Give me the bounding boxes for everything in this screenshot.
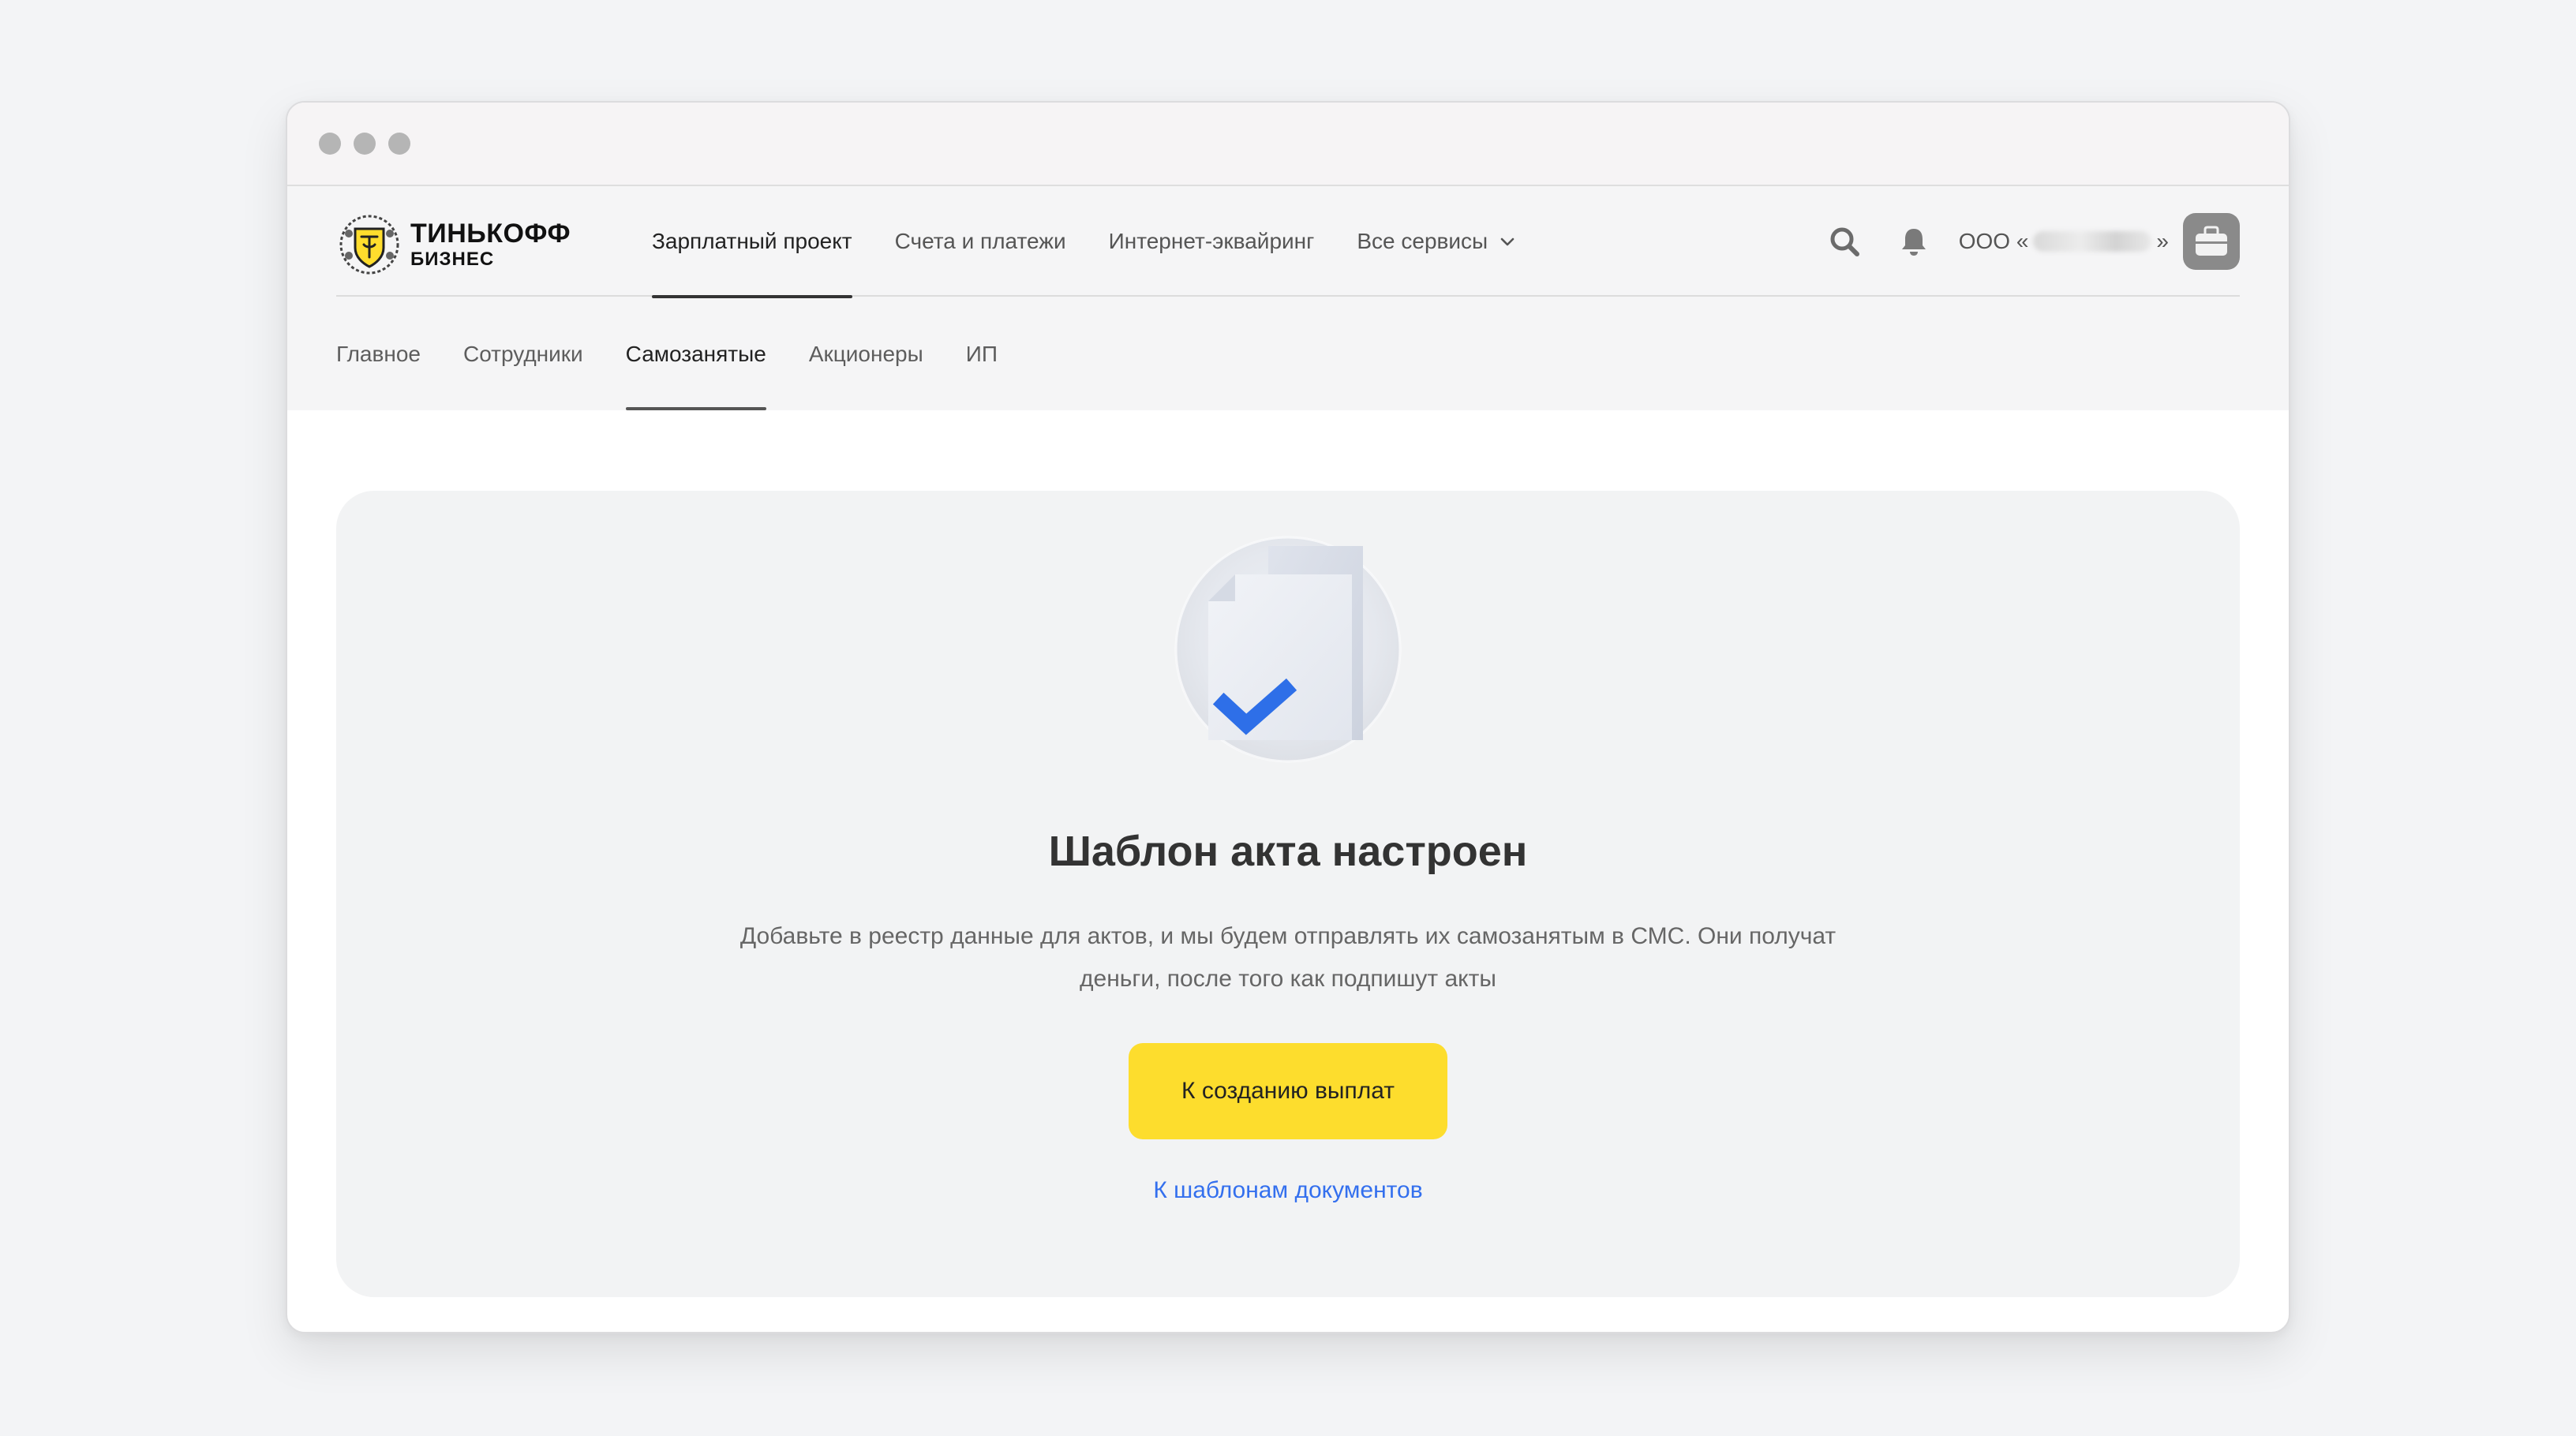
- search-button[interactable]: [1823, 220, 1866, 263]
- search-icon: [1830, 227, 1859, 256]
- window-titlebar: [287, 103, 2289, 186]
- document-templates-link-text[interactable]: К шаблонам документов: [1153, 1177, 1422, 1203]
- document-check-icon: [1174, 536, 1402, 763]
- header: ТИНЬКОФФ БИЗНЕС Зарплатный проект Счета …: [287, 186, 2289, 410]
- window-close-button[interactable]: [319, 133, 341, 155]
- top-nav-internet-acquiring[interactable]: Интернет-эквайринг: [1109, 186, 1315, 297]
- top-nav-links: Зарплатный проект Счета и платежи Интерн…: [652, 186, 1516, 298]
- subnav-shareholders[interactable]: Акционеры: [809, 298, 923, 410]
- top-nav-label: Зарплатный проект: [652, 229, 852, 253]
- page-title: Шаблон акта настроен: [1048, 828, 1528, 875]
- subnav-label: Самозанятые: [625, 342, 766, 366]
- top-nav-right: ООО « »: [1823, 213, 2240, 270]
- brand-logo[interactable]: ТИНЬКОФФ БИЗНЕС: [338, 213, 571, 276]
- description-line: Добавьте в реестр данные для актов, и мы…: [739, 923, 1837, 949]
- organization-selector[interactable]: ООО « »: [1959, 229, 2169, 254]
- top-nav-label: Все сервисы: [1357, 229, 1488, 253]
- org-suffix: »: [2156, 229, 2169, 253]
- subnav-main[interactable]: Главное: [336, 298, 421, 410]
- coat-of-arms-icon: [339, 215, 399, 275]
- browser-window: ТИНЬКОФФ БИЗНЕС Зарплатный проект Счета …: [286, 101, 2290, 1333]
- top-navigation: ТИНЬКОФФ БИЗНЕС Зарплатный проект Счета …: [336, 186, 2240, 298]
- subnav-employees[interactable]: Сотрудники: [463, 298, 583, 410]
- bell-icon: [1901, 229, 1926, 256]
- create-payouts-button[interactable]: К созданию выплат: [1129, 1043, 1447, 1139]
- sub-navigation: Главное Сотрудники Самозанятые Акционеры…: [336, 298, 998, 410]
- brand-name: ТИНЬКОФФ: [410, 219, 571, 249]
- top-nav-all-services[interactable]: Все сервисы: [1357, 186, 1516, 297]
- success-card: Шаблон акта настроен Добавьте в реестр д…: [336, 491, 2240, 1297]
- description-line: деньги, после того как подпишут акты: [1080, 966, 1496, 992]
- subnav-label: Акционеры: [808, 342, 923, 366]
- top-nav-salary-project[interactable]: Зарплатный проект: [652, 186, 852, 298]
- subnav-label: Главное: [336, 342, 421, 366]
- subnav-label: ИП: [965, 342, 998, 366]
- top-nav-accounts-payments[interactable]: Счета и платежи: [895, 186, 1066, 297]
- window-minimize-button[interactable]: [354, 133, 376, 155]
- org-name-redacted: [2033, 231, 2152, 252]
- document-templates-link: К шаблонам документов: [336, 1177, 2240, 1204]
- window-maximize-button[interactable]: [388, 133, 410, 155]
- top-nav-label: Интернет-эквайринг: [1108, 229, 1315, 253]
- top-nav-label: Счета и платежи: [894, 229, 1066, 253]
- chevron-down-icon: [1500, 237, 1515, 246]
- subnav-self-employed[interactable]: Самозанятые: [625, 298, 767, 410]
- notifications-button[interactable]: [1893, 220, 1935, 263]
- org-prefix: ООО «: [1958, 229, 2029, 253]
- description: Добавьте в реестр данные для актов, и мы…: [680, 915, 1896, 1000]
- briefcase-icon: [2196, 226, 2227, 256]
- avatar[interactable]: [2183, 213, 2240, 270]
- subnav-label: Сотрудники: [462, 342, 583, 366]
- subnav-individual-entrepreneurs[interactable]: ИП: [966, 298, 998, 410]
- brand-subtitle: БИЗНЕС: [410, 249, 495, 270]
